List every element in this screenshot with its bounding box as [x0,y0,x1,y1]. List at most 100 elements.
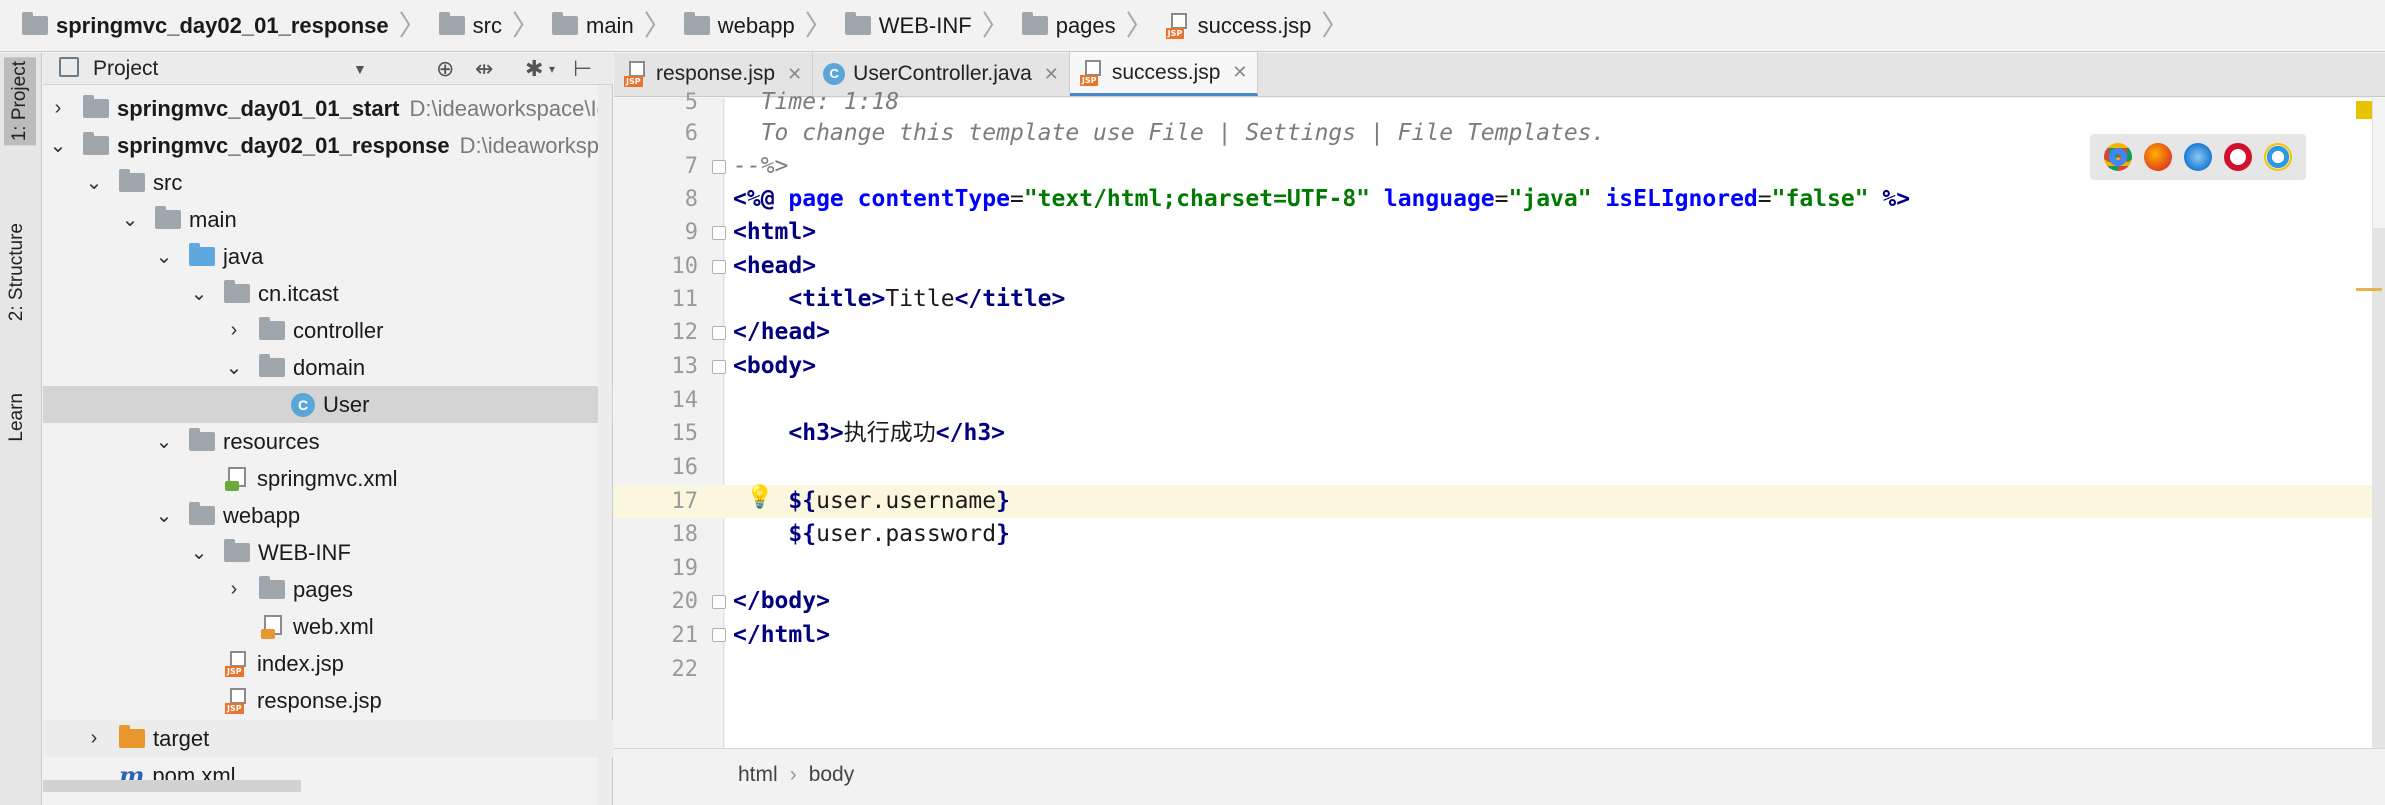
collapse-arrow-icon[interactable]: ⌄ [151,503,177,528]
code-line-21: </html> [733,622,830,648]
breadcrumb-html[interactable]: html [738,763,778,787]
close-icon[interactable]: ✕ [787,64,802,85]
collapse-arrow-icon[interactable]: ⌄ [186,281,212,306]
tree-item-index-jsp[interactable]: JSP index.jsp [43,645,613,682]
tree-item-web-inf[interactable]: ⌄ WEB-INF [43,534,613,571]
code-token: user.password [816,521,997,547]
line-number: 16 [671,455,699,480]
tree-item-pages[interactable]: › pages [43,571,613,608]
ie-icon[interactable] [2264,143,2292,171]
fold-marker-icon[interactable] [712,226,726,240]
tree-item-src[interactable]: ⌄ src [43,164,613,201]
collapse-arrow-icon[interactable]: ⌄ [81,170,107,195]
collapse-arrow-icon[interactable]: ⌄ [151,244,177,269]
tree-item-webapp[interactable]: ⌄ webapp [43,497,613,534]
fold-marker-icon[interactable] [712,260,726,274]
tree-item-label: main [189,206,237,232]
line-number: 14 [671,388,699,413]
project-panel-scrollbar[interactable] [598,85,612,805]
folder-icon [552,12,578,35]
tree-item-java[interactable]: ⌄ java [43,238,613,275]
crumb-main[interactable]: main 〉 [552,0,684,52]
tool-tab-project[interactable]: 1: Project [4,57,36,146]
project-panel-horizontal-scrollbar[interactable] [43,780,301,792]
line-number: 10 [671,254,699,279]
fold-marker-icon[interactable] [712,160,726,174]
hide-panel-icon[interactable]: ⊢ [573,56,592,82]
code-line-8: <%@ page contentType="text/html;charset=… [733,183,1910,216]
view-dropdown-icon[interactable]: ▼ [353,61,367,77]
close-icon[interactable]: ✕ [1044,64,1059,85]
code-token: <%@ [733,186,789,212]
tree-item-label: WEB-INF [258,539,351,565]
crumb-success-jsp[interactable]: JSP success.jsp 〉 [1165,0,1362,52]
tree-item-label: pages [293,576,353,602]
project-panel-title: Project [93,56,159,80]
expand-arrow-icon[interactable]: › [221,578,247,601]
crumb-web-inf[interactable]: WEB-INF 〉 [844,0,1022,52]
tree-item-response-jsp[interactable]: JSP response.jsp [43,682,613,719]
navigation-bar: springmvc_day02_01_response 〉 src 〉 main… [0,0,2385,52]
line-number: 20 [671,589,699,614]
tree-item-user[interactable]: C User [43,386,613,423]
tree-item-cn-itcast[interactable]: ⌄ cn.itcast [43,275,613,312]
crumb-webapp[interactable]: webapp 〉 [683,0,845,52]
crumb-project[interactable]: springmvc_day02_01_response 〉 [22,0,439,52]
code-token: <title> [733,286,886,312]
tree-item-domain[interactable]: ⌄ domain [43,349,613,386]
source-folder-icon [189,243,215,266]
collapse-arrow-icon[interactable]: ⌄ [117,207,143,232]
close-icon[interactable]: ✕ [1232,62,1247,83]
fold-marker-icon[interactable] [712,628,726,642]
tree-item-controller[interactable]: › controller [43,312,613,349]
tab-success-jsp[interactable]: JSP success.jsp ✕ [1069,52,1259,96]
jsp-file-icon: JSP [225,687,249,714]
collapse-arrow-icon[interactable]: ⌄ [45,133,71,158]
firefox-icon[interactable] [2144,143,2172,171]
collapse-arrow-icon[interactable]: ⌄ [221,355,247,380]
code-line-15: <h3>执行成功</h3> [733,417,1005,450]
safari-icon[interactable] [2184,143,2212,171]
collapse-all-icon[interactable]: ⇹ [475,56,493,82]
module-folder-icon [83,132,109,155]
tree-item-springmvc-day01[interactable]: › springmvc_day01_01_start D:\ideaworksp… [43,90,613,127]
fold-marker-icon[interactable] [712,360,726,374]
tool-tab-learn[interactable]: Learn [6,393,28,442]
tool-tab-structure[interactable]: 2: Structure [6,223,28,321]
expand-arrow-icon[interactable]: › [221,319,247,342]
warning-marker[interactable] [2356,288,2382,291]
collapse-arrow-icon[interactable]: ⌄ [151,429,177,454]
fold-marker-icon[interactable] [712,595,726,609]
tree-item-path: D:\ideaworkspace\Id [409,95,609,121]
crumb-pages[interactable]: pages 〉 [1021,0,1166,52]
excluded-folder-icon [119,725,145,748]
tree-item-main[interactable]: ⌄ main [43,201,613,238]
editor-scrollbar-thumb[interactable] [2372,228,2385,748]
inspection-status-icon[interactable] [2356,101,2372,119]
tree-item-web-xml[interactable]: web.xml [43,608,613,645]
scroll-from-source-icon[interactable]: ⊕ [436,56,454,82]
folder-icon [1021,12,1048,35]
tree-item-springmvc-day02[interactable]: ⌄ springmvc_day02_01_response D:\ideawor… [43,127,613,164]
code-line-7: --%> [733,153,789,179]
tree-item-label: springmvc_day02_01_response [117,132,450,158]
chrome-icon[interactable] [2104,143,2132,171]
tool-tab-label: Learn [6,393,27,442]
breadcrumb-body[interactable]: body [809,763,855,787]
crumb-label: webapp [717,12,795,38]
collapse-arrow-icon[interactable]: ⌄ [186,540,212,565]
tree-item-label: src [153,169,183,195]
crumb-src[interactable]: src 〉 [438,0,552,52]
fold-marker-icon[interactable] [712,326,726,340]
line-number: 8 [684,187,698,212]
settings-dropdown-icon[interactable]: ▾ [549,62,555,76]
opera-icon[interactable] [2224,143,2252,171]
tree-item-target[interactable]: › target [43,720,613,757]
expand-arrow-icon[interactable]: › [45,97,71,120]
line-number: 13 [671,354,699,379]
tree-item-springmvc-xml[interactable]: springmvc.xml [43,460,613,497]
settings-gear-icon[interactable]: ✱ [525,56,543,82]
tree-item-label: cn.itcast [258,280,339,306]
tree-item-resources[interactable]: ⌄ resources [43,423,613,460]
expand-arrow-icon[interactable]: › [81,727,107,750]
